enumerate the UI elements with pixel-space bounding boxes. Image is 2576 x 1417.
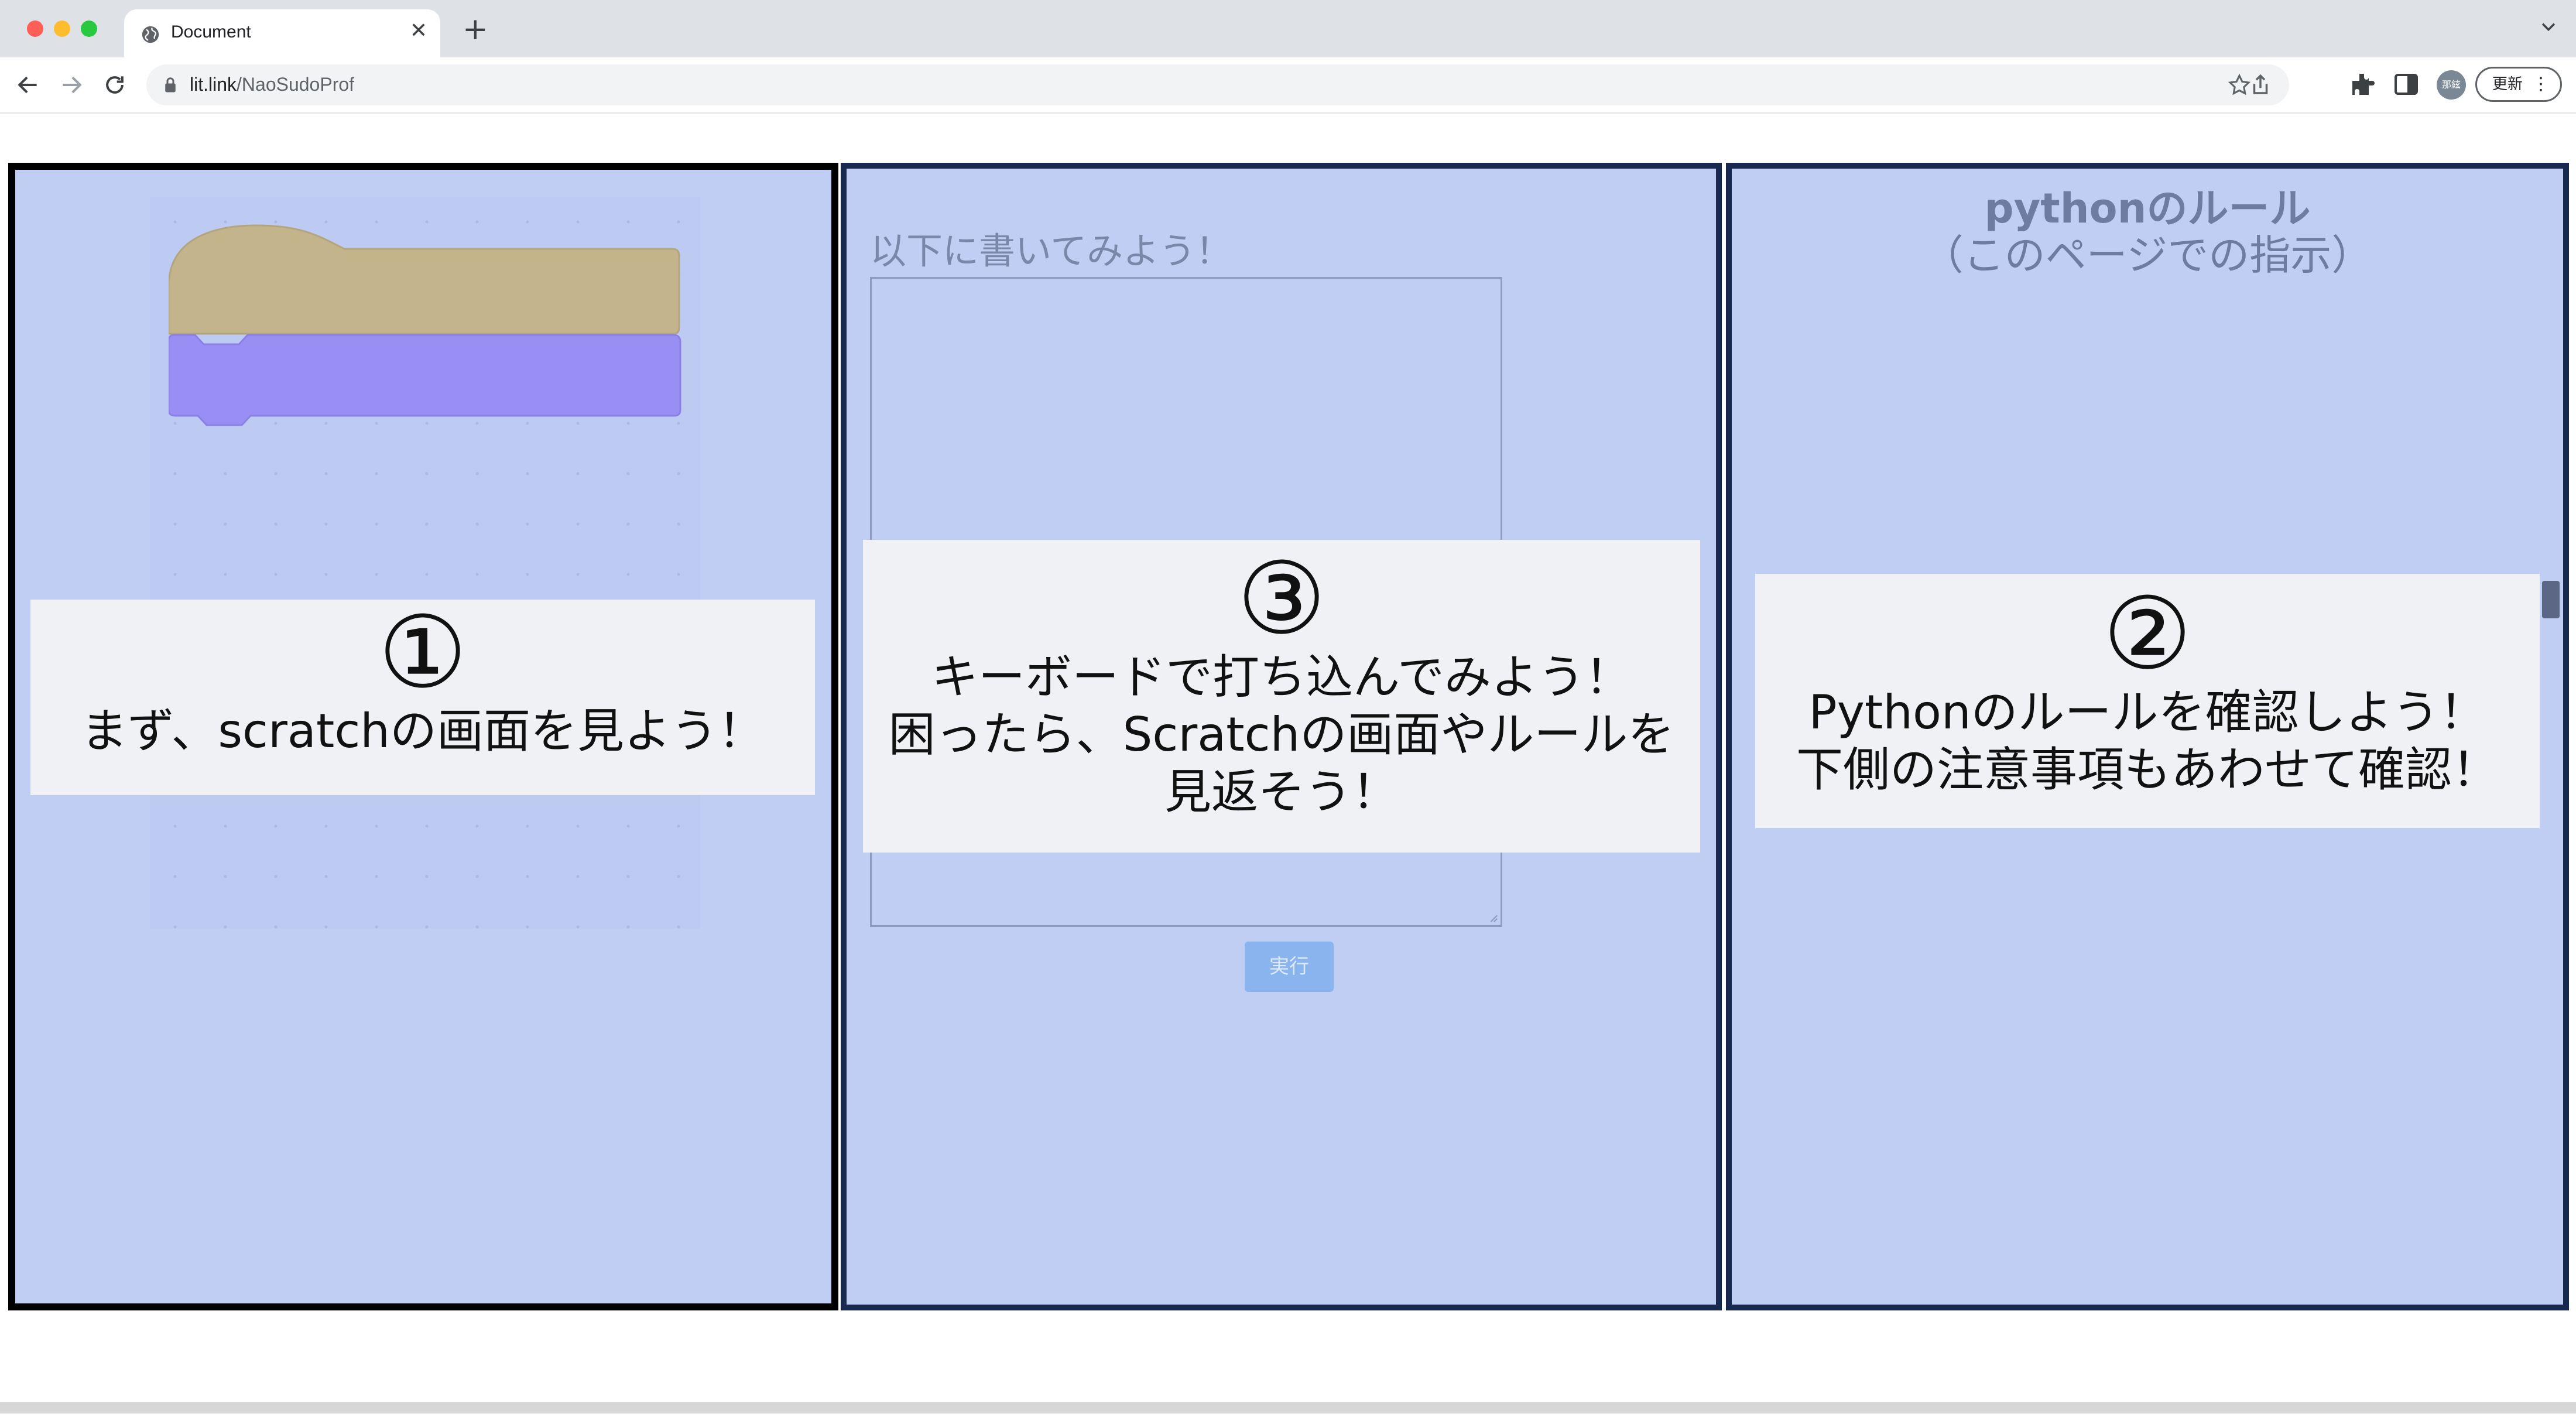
maximize-window-button[interactable] <box>81 20 97 37</box>
more-menu-icon[interactable]: ⋮ <box>2532 69 2550 100</box>
hat-block <box>169 224 680 335</box>
step-text: Pythonのルールを確認しよう！ 下側の注意事項もあわせて確認！ <box>1796 685 2499 797</box>
step-number: ② <box>2102 576 2193 692</box>
chevron-down-icon[interactable] <box>2539 16 2558 36</box>
callout-step-3: ③ キーボードで打ち込んでみよう！ 困ったら、Scratchの画面やルールを 見… <box>863 540 1700 853</box>
callout-step-1: ① まず、scratchの画面を見よう！ <box>30 600 815 795</box>
side-panel-icon[interactable] <box>2392 70 2420 98</box>
lock-icon <box>165 77 176 93</box>
run-button[interactable]: 実行 <box>1245 942 1334 992</box>
share-icon[interactable] <box>2248 73 2273 97</box>
forward-arrow-icon[interactable] <box>59 72 84 98</box>
browser-tab[interactable]: Document ✕ <box>124 9 440 57</box>
back-arrow-icon[interactable] <box>15 72 41 98</box>
url-text[interactable]: lit.link/NaoSudoProf <box>190 74 354 95</box>
horizontal-scrollbar[interactable] <box>0 1402 2576 1413</box>
callout-step-2: ② Pythonのルールを確認しよう！ 下側の注意事項もあわせて確認！ <box>1755 574 2540 828</box>
editor-heading: 以下に書いてみよう！ <box>870 230 1232 272</box>
scratch-blocks[interactable] <box>169 217 696 451</box>
step-text: まず、scratchの画面を見よう！ <box>80 704 765 758</box>
step-number: ③ <box>1236 541 1327 657</box>
profile-avatar[interactable]: 那絃 <box>2437 70 2466 100</box>
scrollbar-thumb[interactable] <box>2542 581 2560 618</box>
minimize-window-button[interactable] <box>54 20 70 37</box>
tab-title: Document <box>171 22 251 42</box>
address-bar[interactable]: lit.link/NaoSudoProf <box>146 64 2289 105</box>
new-tab-button[interactable]: + <box>463 14 488 45</box>
step-number: ① <box>378 595 468 711</box>
browser-toolbar: lit.link/NaoSudoProf 那絃 更新 ⋮ <box>0 57 2576 114</box>
page-content: 以下に書いてみよう！ 実行 pythonのルール （このページでの指示） ① ま… <box>0 114 2576 1417</box>
globe-icon <box>142 26 159 43</box>
extensions-puzzle-icon[interactable] <box>2349 70 2377 98</box>
stack-block <box>169 334 681 426</box>
close-window-button[interactable] <box>27 20 43 37</box>
reload-icon[interactable] <box>102 72 128 98</box>
rules-title: pythonのルール （このページでの指示） <box>1922 184 2373 279</box>
resize-handle-icon[interactable] <box>1488 912 1498 923</box>
update-button[interactable]: 更新 ⋮ <box>2475 67 2562 102</box>
close-tab-icon[interactable]: ✕ <box>410 19 427 43</box>
step-text: キーボードで打ち込んでみよう！ 困ったら、Scratchの画面やルールを 見返そ… <box>888 650 1675 819</box>
star-bookmark-icon[interactable] <box>2227 73 2252 97</box>
browser-tab-bar: Document ✕ + <box>0 0 2576 57</box>
